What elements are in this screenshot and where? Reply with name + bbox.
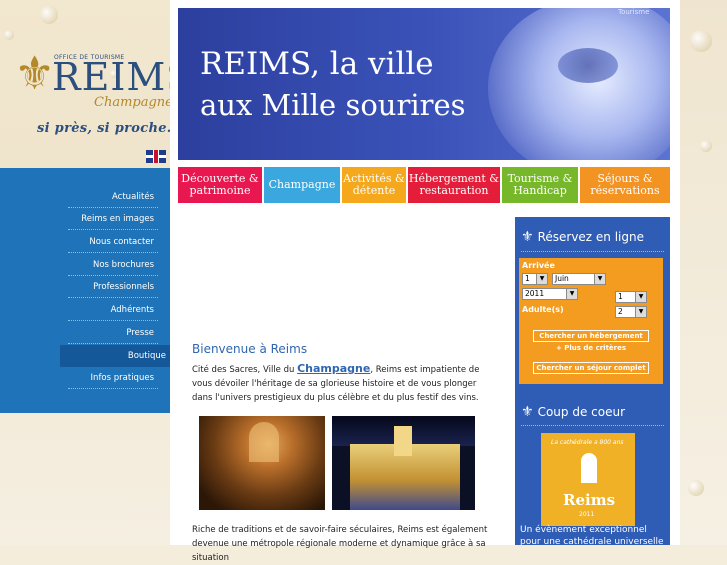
nav-item-adherents[interactable]: Adhérents (68, 299, 158, 321)
tab-label: Activités & détente (343, 172, 405, 197)
tab-label: Tourisme & Handicap (507, 172, 573, 197)
cathedral-anniversary-poster[interactable]: La cathédrale a 800 ans Reims 2011 (541, 433, 635, 526)
tab-handicap[interactable]: Tourisme & Handicap (502, 167, 578, 203)
divider (521, 251, 664, 252)
booking-panel: ⚜ Réservez en ligne Arrivée 1 ▼ Juin ▼ 2011… (515, 217, 670, 548)
left-navigation: Actualités Reims en images Nous contacte… (0, 168, 170, 413)
intro-text-start: Cité des Sacres, Ville du (192, 365, 298, 375)
smiling-angel-image (488, 8, 670, 160)
tab-label: Découverte & patrimoine (181, 172, 259, 197)
fleur-de-lys-icon: ⚜ (521, 404, 534, 420)
nav-item-professionnels[interactable]: Professionnels (68, 276, 158, 298)
search-stay-button[interactable]: Chercher un séjour complet (533, 362, 649, 374)
banner-shadow (558, 48, 618, 83)
month-select[interactable]: Juin ▼ (552, 273, 606, 285)
tab-label: Champagne (268, 178, 336, 191)
chevron-down-icon: ▼ (594, 274, 605, 284)
tab-sejours[interactable]: Séjours & réservations (580, 167, 670, 203)
page-title: Bienvenue à Reims (192, 342, 308, 356)
decor-bubble (690, 30, 712, 52)
english-flag-icon[interactable] (146, 150, 166, 163)
featured-title: ⚜ Coup de coeur (521, 404, 625, 420)
banner-corner-text: Tourisme (618, 8, 650, 16)
tab-label: Séjours & réservations (590, 172, 660, 197)
event-description[interactable]: Un évènement exceptionnel pour une cathé… (520, 524, 668, 548)
year-select[interactable]: 2011 ▼ (522, 288, 578, 300)
decor-bubble (688, 480, 704, 496)
logo-subtitle: Champagne (94, 95, 173, 110)
nav-item-nos-brochures[interactable]: Nos brochures (68, 254, 158, 276)
chevron-down-icon: ▼ (536, 274, 547, 284)
intro-paragraph: Cité des Sacres, Ville du Champagne, Rei… (192, 362, 492, 405)
arrival-label: Arrivée (522, 261, 555, 270)
second-paragraph: Riche de traditions et de savoir-faire s… (192, 525, 488, 563)
banner-headline: REIMS, la ville (200, 46, 434, 82)
cellar-arch (249, 422, 279, 462)
decor-bubble (4, 30, 14, 40)
tab-champagne[interactable]: Champagne (264, 167, 340, 203)
chevron-down-icon: ▼ (566, 289, 577, 299)
nav-item-presse[interactable]: Presse (68, 322, 158, 344)
champagne-cellar-photo[interactable] (199, 416, 325, 510)
divider (521, 425, 664, 426)
hero-banner: Tourisme REIMS, la ville aux Mille souri… (178, 8, 670, 160)
chevron-down-icon: ▼ (635, 307, 646, 317)
cathedral-icon (581, 453, 597, 483)
nights-value: 1 (618, 292, 623, 301)
more-criteria-link[interactable]: + Plus de critères (519, 344, 663, 352)
decor-bubble (40, 6, 58, 24)
city-hall-night-photo[interactable] (332, 416, 475, 510)
nav-item-actualites[interactable]: Actualités (68, 186, 158, 208)
right-background (680, 0, 727, 545)
search-lodging-button[interactable]: Chercher un hébergement (533, 330, 649, 342)
building-tower (394, 426, 412, 456)
poster-year: 2011 (579, 511, 595, 518)
booking-title-text: Réservez en ligne (537, 230, 644, 244)
chevron-down-icon: ▼ (635, 292, 646, 302)
nav-item-boutique[interactable]: Boutique (60, 345, 170, 367)
adults-value: 2 (618, 307, 623, 316)
day-value: 1 (525, 274, 530, 283)
nav-item-infos-pratiques[interactable]: Infos pratiques (68, 367, 158, 389)
year-value: 2011 (525, 289, 545, 298)
nav-item-reims-en-images[interactable]: Reims en images (68, 208, 158, 230)
banner-headline-rest: , la ville (310, 46, 434, 82)
adults-select[interactable]: 2 ▼ (615, 306, 647, 318)
champagne-link[interactable]: Champagne (297, 362, 370, 375)
poster-tagline: La cathédrale a 800 ans (551, 439, 624, 446)
tab-decouverte[interactable]: Découverte & patrimoine (178, 167, 262, 203)
fleur-de-lys-icon: ⚜ (521, 229, 534, 245)
tab-activites[interactable]: Activités & détente (342, 167, 406, 203)
slogan: si près, si proche... (37, 121, 182, 136)
booking-title: ⚜ Réservez en ligne (521, 229, 644, 245)
banner-subheadline: aux Mille sourires (200, 88, 466, 122)
booking-form: Arrivée 1 ▼ Juin ▼ 2011 ▼ 1 ▼ Adulte(s) 2 ▼ C… (519, 258, 663, 384)
featured-title-text: Coup de coeur (537, 405, 625, 419)
nights-select[interactable]: 1 ▼ (615, 291, 647, 303)
day-select[interactable]: 1 ▼ (522, 273, 548, 285)
tab-hebergement[interactable]: Hébergement & restauration (408, 167, 500, 203)
month-value: Juin (555, 274, 569, 283)
banner-city: REIMS (200, 46, 311, 82)
poster-city: Reims (563, 491, 616, 509)
decor-bubble (700, 140, 712, 152)
nav-item-nous-contacter[interactable]: Nous contacter (68, 231, 158, 253)
adults-label: Adulte(s) (522, 305, 564, 314)
fleur-de-lys-icon: ⚜ (14, 46, 56, 100)
tab-label: Hébergement & restauration (408, 172, 500, 197)
